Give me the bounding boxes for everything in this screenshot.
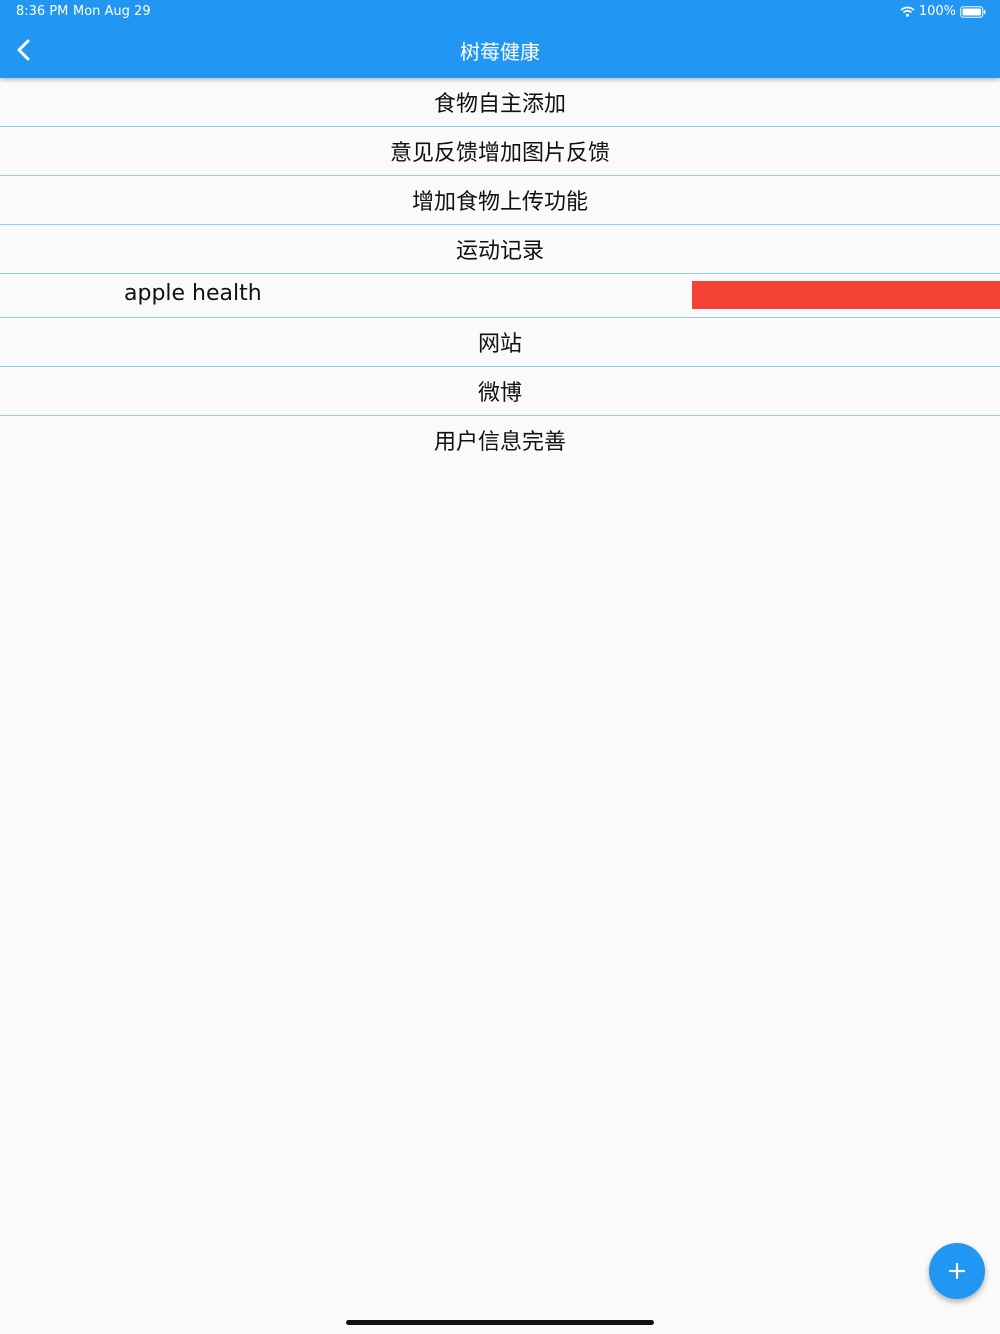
list-item-label: 食物自主添加 [433, 92, 566, 117]
plus-icon [948, 1262, 966, 1280]
list-item-label: apple health [124, 281, 262, 306]
list-item[interactable]: 用户信息完善 [0, 416, 1000, 464]
status-right: 100% [900, 4, 986, 19]
list-item[interactable]: 意见反馈增加图片反馈 [0, 127, 1000, 176]
list-item-label: 微博 [477, 381, 522, 406]
wifi-icon [900, 6, 915, 17]
list-item[interactable]: 食物自主添加 [0, 78, 1000, 127]
list-item-swiped[interactable]: apple health [0, 274, 1000, 318]
list-item-label: 增加食物上传功能 [411, 190, 588, 215]
list-item[interactable]: 网站 [0, 318, 1000, 367]
status-date: Mon Aug 29 [73, 4, 151, 19]
delete-action[interactable] [692, 281, 1000, 309]
list-item-label: 运动记录 [455, 239, 544, 264]
list-item[interactable]: 增加食物上传功能 [0, 176, 1000, 225]
home-indicator [346, 1320, 654, 1325]
list-item[interactable]: 微博 [0, 367, 1000, 416]
list-item-label: 用户信息完善 [433, 430, 566, 455]
list-item-label: 意见反馈增加图片反馈 [389, 141, 610, 166]
battery-percent: 100% [918, 4, 956, 19]
item-list: 食物自主添加 意见反馈增加图片反馈 增加食物上传功能 运动记录 apple he… [0, 78, 1000, 464]
battery-icon [960, 5, 986, 18]
list-item[interactable]: 运动记录 [0, 225, 1000, 274]
page-title: 树莓健康 [460, 40, 540, 64]
status-bar: 8:36 PM Mon Aug 29 100% [0, 0, 1000, 24]
add-button[interactable] [929, 1243, 985, 1299]
list-item-label: 网站 [477, 332, 522, 357]
status-time: 8:36 PM [16, 4, 69, 19]
